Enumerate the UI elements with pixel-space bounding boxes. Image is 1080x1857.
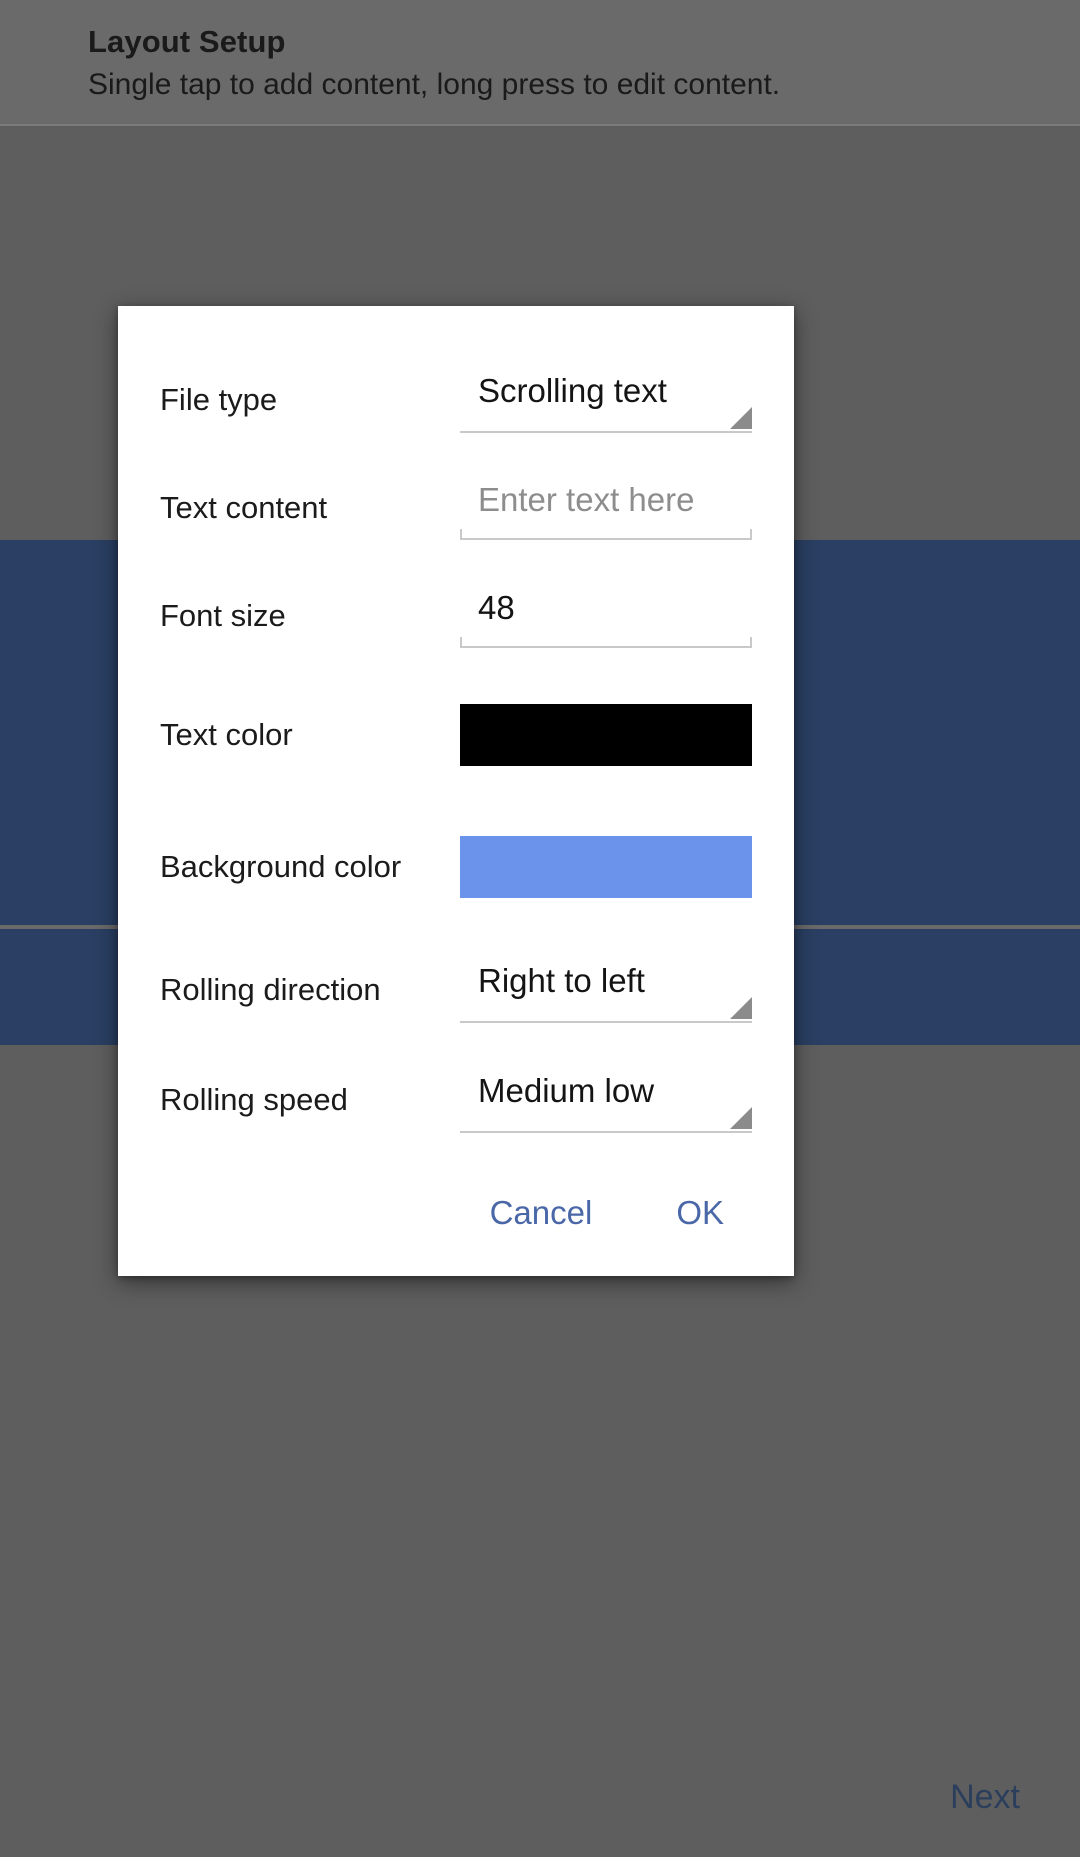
spinner-triangle-icon: [730, 407, 752, 429]
row-rolling-direction: Rolling direction Right to left: [160, 948, 752, 1032]
row-text-color: Text color: [160, 676, 752, 794]
label-background-color: Background color: [160, 849, 402, 884]
font-size-value: 48: [478, 589, 515, 626]
page-subtitle: Single tap to add content, long press to…: [88, 68, 781, 101]
spinner-triangle-icon: [730, 997, 752, 1019]
row-rolling-speed: Rolling speed Medium low: [160, 1058, 752, 1142]
label-text-color: Text color: [160, 717, 293, 752]
label-file-type: File type: [160, 382, 278, 417]
field-file-type: Scrolling text: [460, 367, 752, 433]
field-rolling-direction: Right to left: [460, 957, 752, 1023]
cancel-button[interactable]: Cancel: [476, 1184, 607, 1242]
dialog-actions: Cancel OK: [118, 1142, 794, 1276]
label-font-size: Font size: [160, 598, 286, 633]
font-size-input[interactable]: 48: [460, 584, 752, 648]
content-settings-dialog: File type Scrolling text Text content En…: [118, 306, 794, 1276]
text-content-input[interactable]: Enter text here: [460, 476, 752, 540]
rolling-direction-spinner[interactable]: Right to left: [460, 957, 752, 1023]
label-rolling-speed: Rolling speed: [160, 1082, 348, 1117]
row-text-content: Text content Enter text here: [160, 466, 752, 550]
field-text-content: Enter text here: [460, 476, 752, 540]
field-text-color: [460, 704, 752, 766]
label-text-content: Text content: [160, 490, 328, 525]
field-background-color: [460, 836, 752, 898]
ok-button[interactable]: OK: [662, 1184, 738, 1242]
field-font-size: 48: [460, 584, 752, 648]
rolling-speed-spinner[interactable]: Medium low: [460, 1067, 752, 1133]
file-type-spinner[interactable]: Scrolling text: [460, 367, 752, 433]
rolling-direction-value: Right to left: [478, 962, 645, 999]
screen-header: Layout Setup Single tap to add content, …: [0, 0, 1080, 126]
row-background-color: Background color: [160, 808, 752, 926]
spinner-triangle-icon: [730, 1107, 752, 1129]
file-type-value: Scrolling text: [478, 372, 667, 409]
field-rolling-speed: Medium low: [460, 1067, 752, 1133]
dialog-body: File type Scrolling text Text content En…: [118, 306, 794, 1142]
text-color-swatch[interactable]: [460, 704, 752, 766]
row-file-type: File type Scrolling text: [160, 352, 752, 442]
rolling-speed-value: Medium low: [478, 1072, 655, 1109]
next-button[interactable]: Next: [934, 1767, 1036, 1827]
page-title: Layout Setup: [88, 24, 286, 59]
text-content-placeholder: Enter text here: [478, 481, 695, 518]
label-rolling-direction: Rolling direction: [160, 972, 381, 1007]
background-color-swatch[interactable]: [460, 836, 752, 898]
row-font-size: Font size 48: [160, 574, 752, 658]
